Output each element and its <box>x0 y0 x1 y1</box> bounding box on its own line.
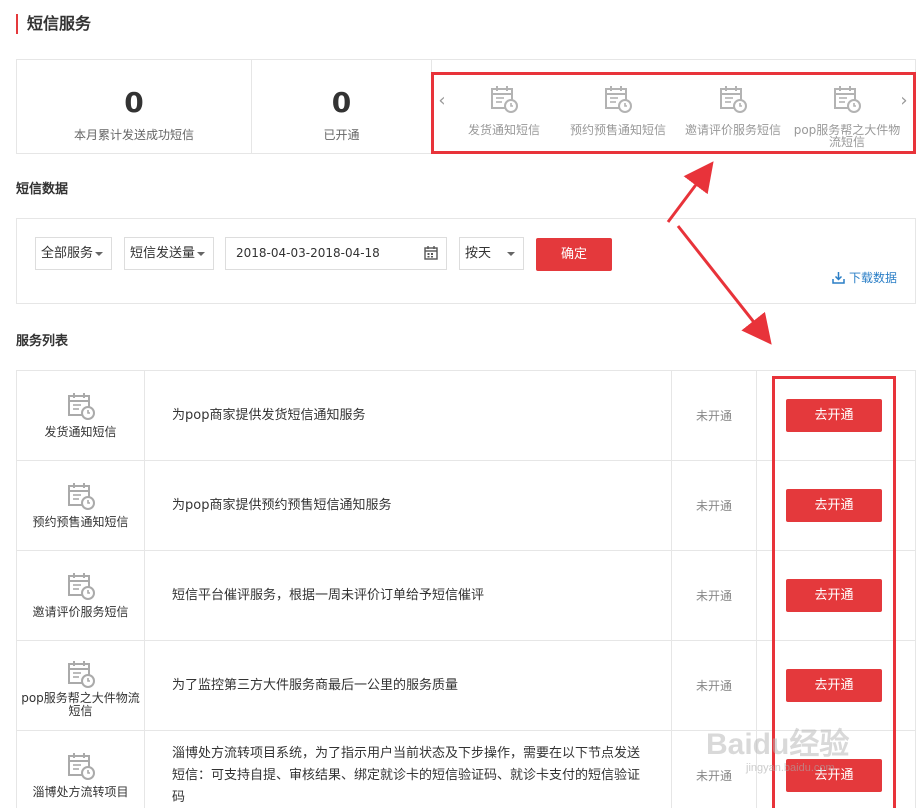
annotation-arrow-up <box>666 161 714 223</box>
annotation-arrows <box>666 161 772 345</box>
annotation-arrow-down <box>676 225 772 345</box>
